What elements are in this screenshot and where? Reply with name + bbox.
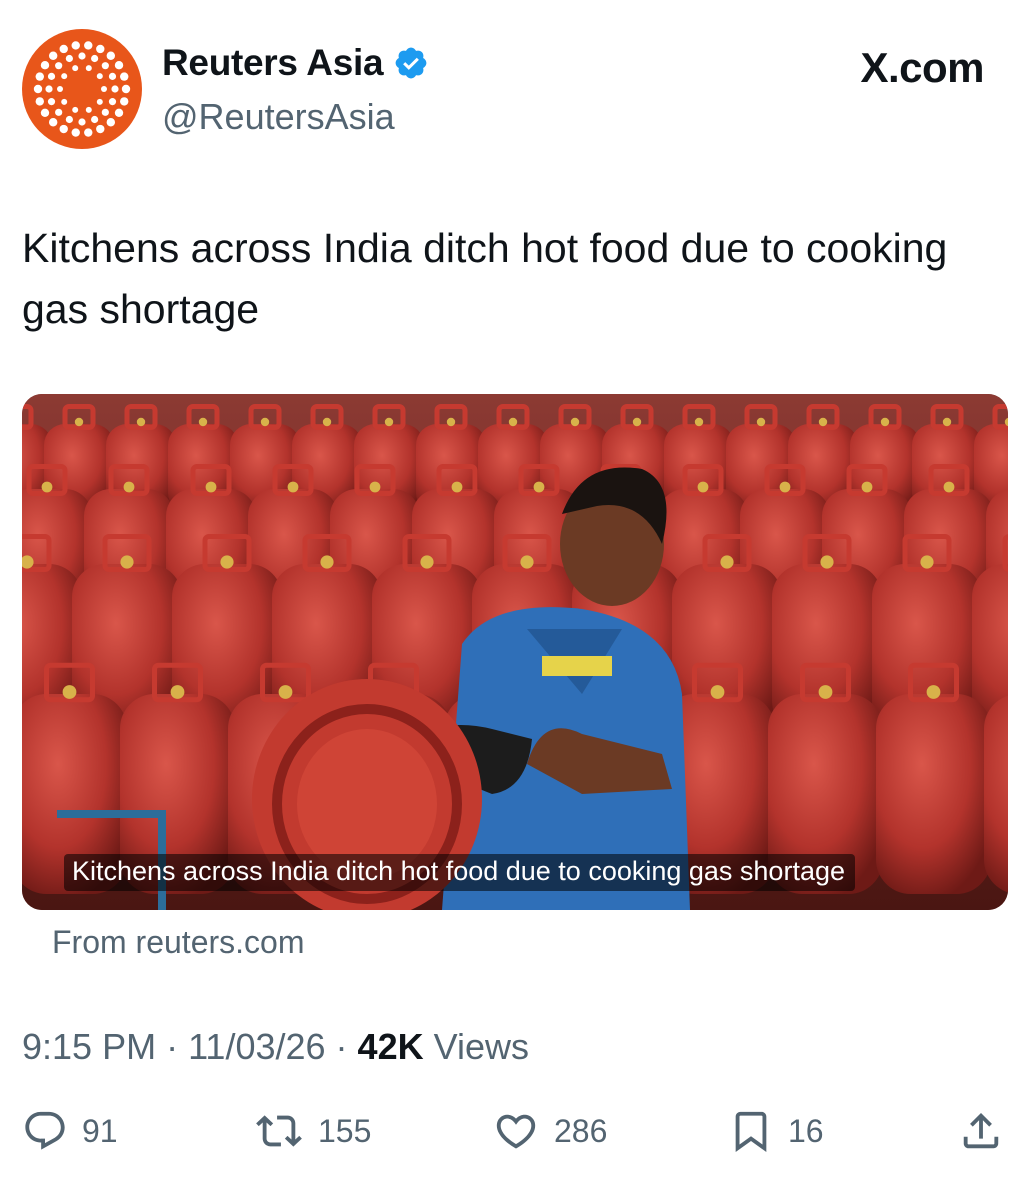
views-label: Views	[433, 1026, 529, 1067]
x-logo-icon	[851, 52, 852, 53]
meta-separator: ·	[166, 1026, 179, 1067]
reuters-logo-icon	[33, 41, 131, 137]
views-count: 42K	[357, 1026, 424, 1067]
link-card-image[interactable]: Kitchens across India ditch hot food due…	[22, 394, 1008, 910]
repost-button[interactable]: 155	[254, 1108, 371, 1154]
brand-label: X.com	[860, 44, 984, 91]
display-name[interactable]: Reuters Asia	[162, 42, 384, 84]
heart-icon	[496, 1114, 536, 1149]
verified-badge-icon	[395, 47, 427, 79]
reply-count: 91	[82, 1112, 118, 1149]
brand: X.com	[860, 44, 984, 92]
repost-count: 155	[318, 1112, 372, 1149]
share-icon	[963, 1112, 999, 1149]
tweet-meta: 9:15 PM · 11/03/26 · 42K Views	[22, 1026, 529, 1068]
bookmark-button[interactable]: 16	[728, 1108, 824, 1154]
tweet-text: Kitchens across India ditch hot food due…	[22, 225, 948, 332]
bookmark-count: 16	[788, 1112, 824, 1149]
reply-button[interactable]: 91	[22, 1108, 118, 1154]
tweet-date[interactable]: 11/03/26	[188, 1026, 325, 1068]
action-bar: 91 155 286 16	[22, 1108, 1008, 1164]
name-row: Reuters Asia	[162, 42, 429, 84]
gas-cylinders-photo	[22, 394, 1008, 910]
account-handle[interactable]: @ReutersAsia	[162, 96, 395, 138]
link-card-caption: Kitchens across India ditch hot food due…	[64, 854, 855, 891]
reply-icon	[25, 1111, 65, 1150]
repost-icon	[256, 1115, 302, 1147]
tweet-time[interactable]: 9:15 PM	[22, 1026, 156, 1068]
meta-separator: ·	[335, 1026, 348, 1067]
share-button[interactable]	[958, 1108, 1004, 1154]
avatar[interactable]	[22, 29, 142, 149]
link-source[interactable]: From reuters.com	[52, 924, 304, 961]
bookmark-icon	[735, 1111, 767, 1152]
like-button[interactable]: 286	[492, 1108, 607, 1154]
like-count: 286	[554, 1112, 608, 1149]
